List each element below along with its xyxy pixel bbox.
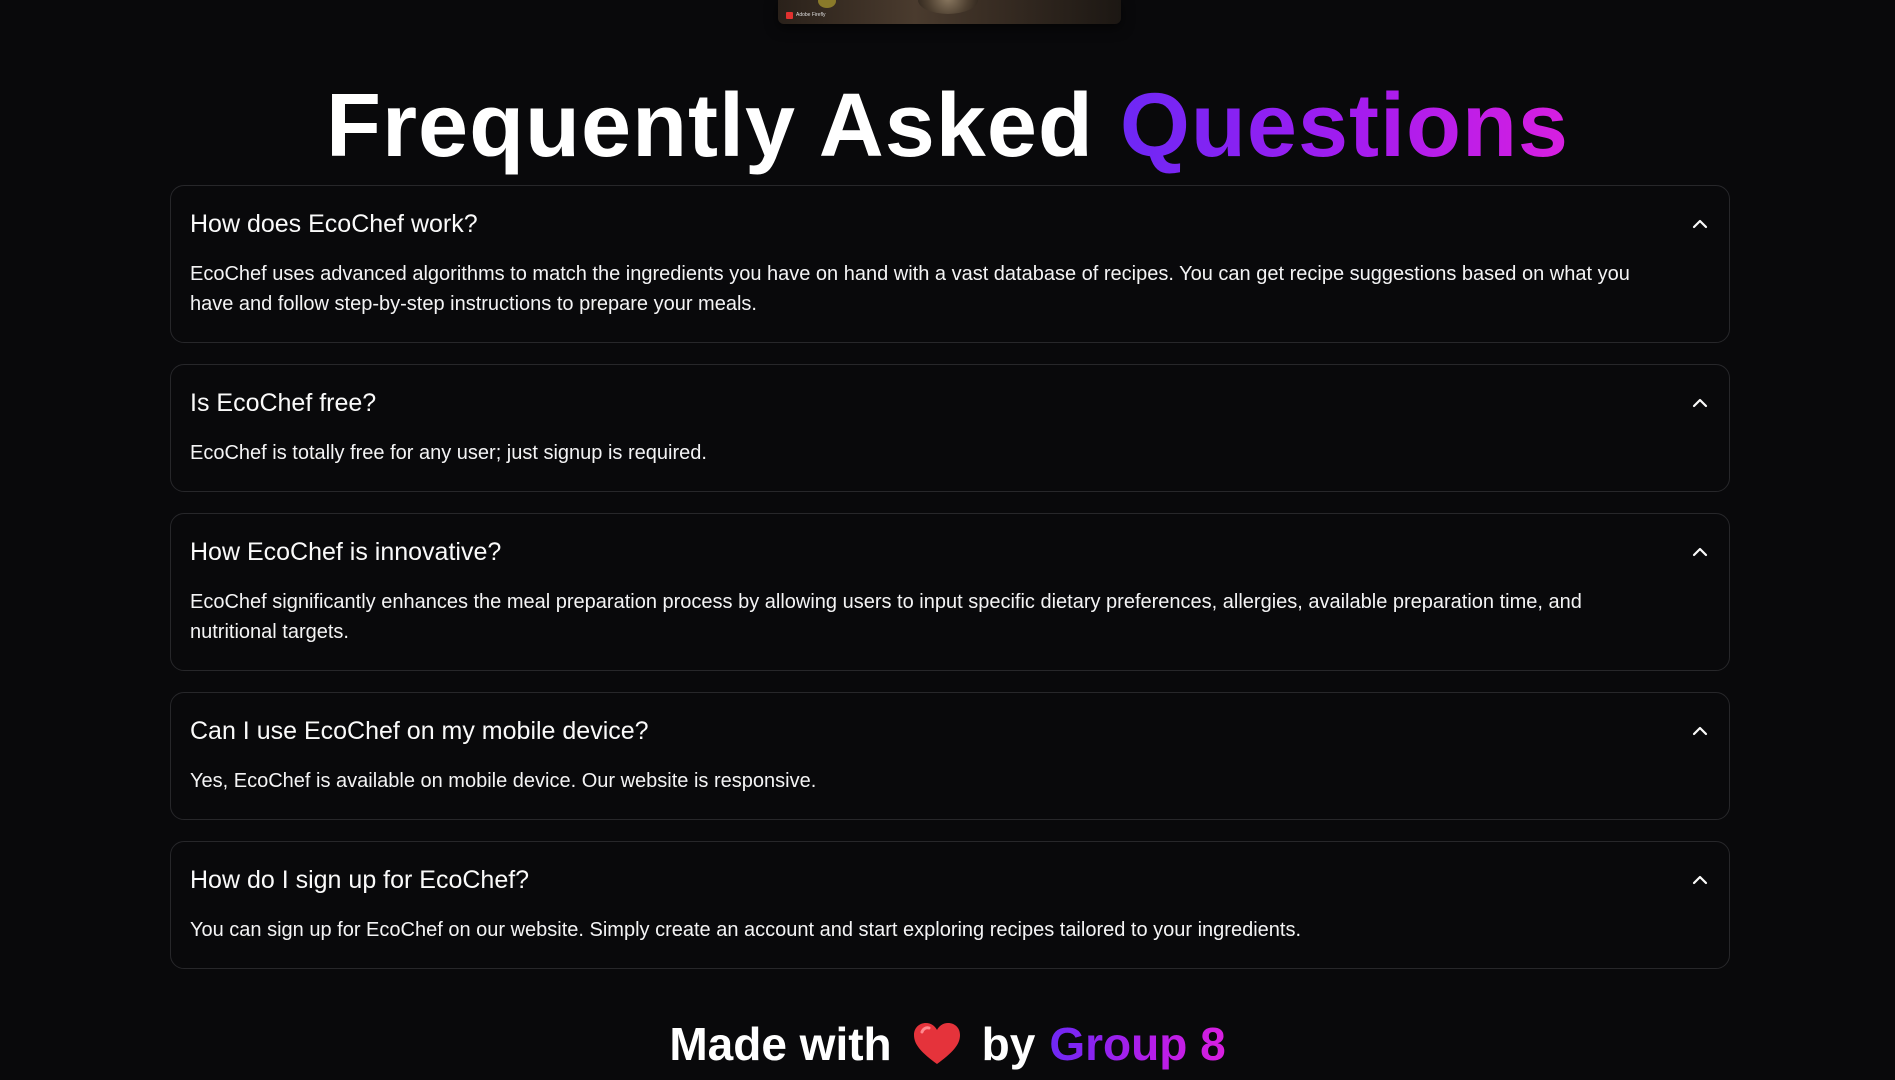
image-credit-badge: Adobe Firefly — [786, 10, 825, 20]
faq-question-text: Can I use EcoChef on my mobile device? — [190, 716, 649, 745]
faq-item: How does EcoChef work? EcoChef uses adva… — [170, 185, 1730, 343]
faq-item: How do I sign up for EcoChef? You can si… — [170, 841, 1730, 969]
faq-item: Can I use EcoChef on my mobile device? Y… — [170, 692, 1730, 820]
faq-question-toggle[interactable]: How do I sign up for EcoChef? — [190, 842, 1710, 918]
faq-question-text: How do I sign up for EcoChef? — [190, 865, 530, 894]
faq-answer-text: EcoChef is totally free for any user; ju… — [190, 442, 707, 464]
footer-made-with: Made with — [669, 1018, 892, 1070]
faq-question-text: Is EcoChef free? — [190, 388, 377, 417]
footer-credit: Made with by Group 8 — [0, 1016, 1895, 1072]
faq-question-toggle[interactable]: How EcoChef is innovative? — [190, 514, 1710, 590]
faq-question-toggle[interactable]: Is EcoChef free? — [190, 365, 1710, 441]
oil-bowl-image-detail — [818, 0, 836, 8]
faq-question-toggle[interactable]: How does EcoChef work? — [190, 186, 1710, 262]
footer-group-name: Group 8 — [1049, 1018, 1226, 1070]
adobe-logo-icon — [786, 11, 793, 19]
faq-item: Is EcoChef free? EcoChef is totally free… — [170, 364, 1730, 492]
faq-answer-text: You can sign up for EcoChef on our websi… — [190, 919, 1302, 941]
faq-question-toggle[interactable]: Can I use EcoChef on my mobile device? — [190, 693, 1710, 769]
image-credit-text: Adobe Firefly — [796, 12, 826, 18]
faq-heading-accent: Questions — [1119, 76, 1569, 176]
heart-icon — [912, 1021, 962, 1067]
faq-accordion: How does EcoChef work? EcoChef uses adva… — [170, 185, 1730, 990]
hero-image-bottom-edge: Adobe Firefly — [778, 0, 1121, 24]
faq-question-text: How does EcoChef work? — [190, 209, 478, 238]
chevron-up-icon[interactable] — [1690, 870, 1710, 890]
faq-item: How EcoChef is innovative? EcoChef signi… — [170, 513, 1730, 671]
chevron-up-icon[interactable] — [1690, 393, 1710, 413]
faq-heading: Frequently Asked Questions — [0, 72, 1895, 180]
faq-question-text: How EcoChef is innovative? — [190, 537, 502, 566]
food-bowl-image-detail — [918, 0, 978, 14]
faq-answer-text: Yes, EcoChef is available on mobile devi… — [190, 770, 817, 792]
chevron-up-icon[interactable] — [1690, 214, 1710, 234]
footer-by: by — [981, 1018, 1036, 1070]
faq-answer-text: EcoChef significantly enhances the meal … — [190, 591, 1582, 643]
faq-answer-text: EcoChef uses advanced algorithms to matc… — [190, 263, 1630, 315]
chevron-up-icon[interactable] — [1690, 542, 1710, 562]
chevron-up-icon[interactable] — [1690, 721, 1710, 741]
faq-heading-main: Frequently Asked — [326, 76, 1094, 176]
